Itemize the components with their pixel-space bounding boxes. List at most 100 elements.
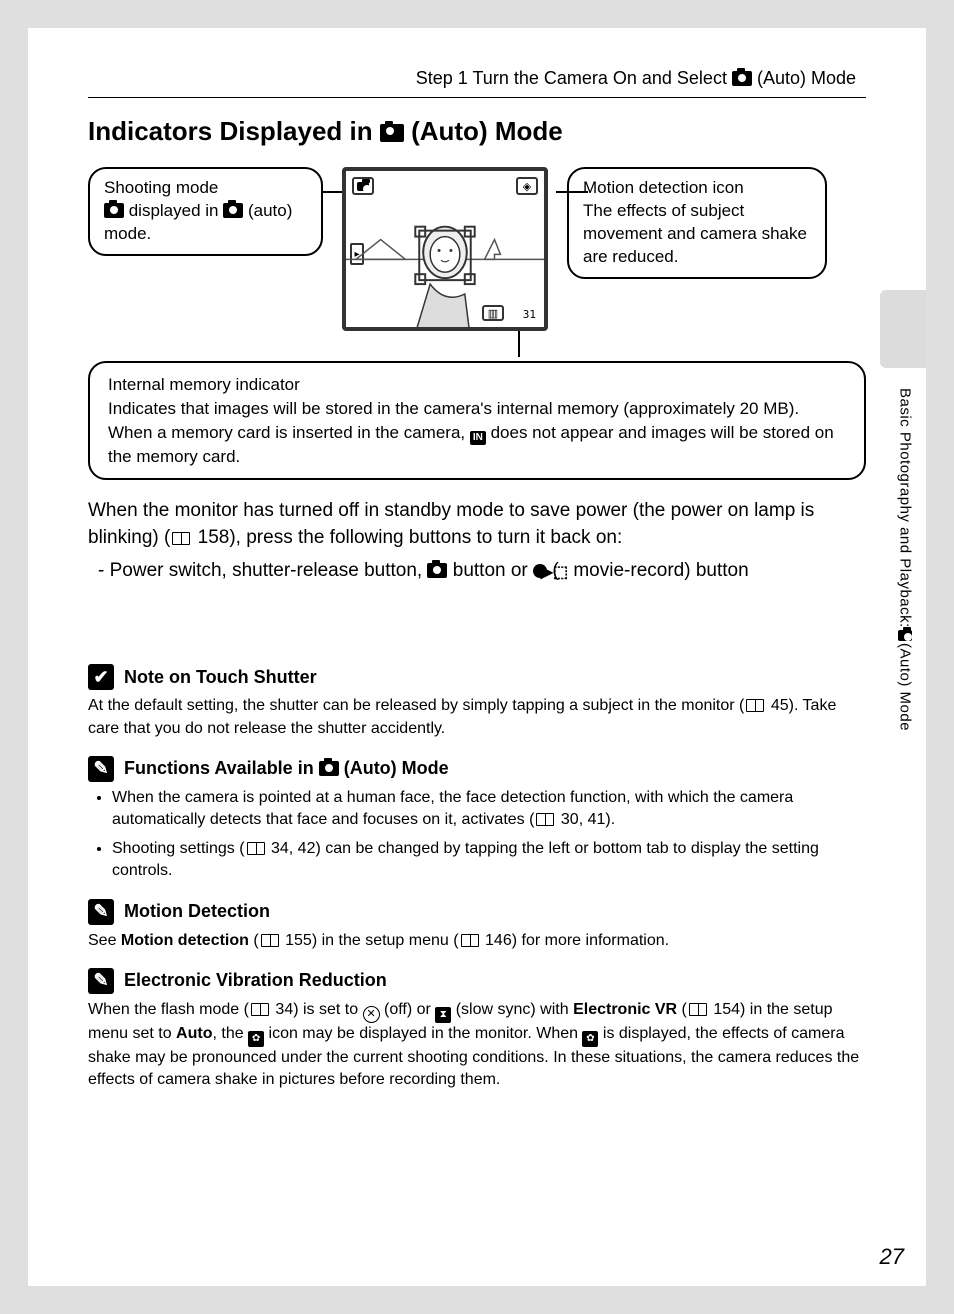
bold-term: Electronic VR xyxy=(573,1001,677,1018)
text: (slow sync) with xyxy=(451,1001,573,1018)
text: ( xyxy=(249,932,259,949)
divider xyxy=(88,97,866,98)
book-ref-icon xyxy=(689,1003,707,1016)
diagram-row: Shooting mode displayed in (auto) mode. … xyxy=(88,167,866,331)
text: (Auto) Mode xyxy=(897,643,914,731)
bold-term: Motion detection xyxy=(121,932,249,949)
standby-paragraph: When the monitor has turned off in stand… xyxy=(88,498,866,551)
slow-sync-icon: ⧗ xyxy=(435,1007,451,1023)
text: Basic Photography and Playback: xyxy=(897,388,914,628)
title-suffix: (Auto) Mode xyxy=(404,116,563,146)
note-title: Motion Detection xyxy=(124,901,270,922)
check-icon: ✔ xyxy=(88,664,114,690)
connector-area xyxy=(88,345,866,361)
note-touch-shutter: ✔ Note on Touch Shutter At the default s… xyxy=(88,664,866,740)
note-body: See Motion detection ( 155) in the setup… xyxy=(88,930,866,952)
text: See xyxy=(88,932,121,949)
bold-term: Auto xyxy=(176,1025,212,1042)
callout-motion-detection: Motion detection icon The effects of sub… xyxy=(567,167,827,279)
flash-off-icon: ✕ xyxy=(363,1006,380,1023)
text: (Auto) Mode xyxy=(339,758,449,778)
text: 158), press the following buttons to tur… xyxy=(192,527,622,548)
breadcrumb-suffix: (Auto) Mode xyxy=(752,68,856,88)
text: ( xyxy=(677,1001,687,1018)
vr-icon: ✿ xyxy=(248,1031,264,1047)
lcd-motion-icon: ◈ xyxy=(516,177,538,195)
callout-body: displayed in (auto) mode. xyxy=(104,200,307,246)
note-functions-available: ✎ Functions Available in (Auto) Mode Whe… xyxy=(88,756,866,883)
callout-title: Shooting mode xyxy=(104,177,307,200)
text: (off) or xyxy=(380,1001,436,1018)
chapter-tab xyxy=(880,290,926,368)
text: icon may be displayed in the monitor. Wh… xyxy=(264,1025,582,1042)
text: 30, 41). xyxy=(556,811,615,828)
text: button or xyxy=(447,560,533,581)
info-icon: ✎ xyxy=(88,968,114,994)
note-title: Functions Available in (Auto) Mode xyxy=(124,758,449,779)
callout-body-2: When a memory card is inserted in the ca… xyxy=(108,421,846,469)
text: 34) is set to xyxy=(271,1001,363,1018)
text: When a memory card is inserted in the ca… xyxy=(108,423,470,442)
callout-body: The effects of subject movement and came… xyxy=(583,200,811,269)
list-item: When the camera is pointed at a human fa… xyxy=(112,787,866,832)
vr-icon: ✿ xyxy=(582,1031,598,1047)
connector-line xyxy=(518,331,520,357)
callout-shooting-mode: Shooting mode displayed in (auto) mode. xyxy=(88,167,323,256)
camera-icon xyxy=(223,203,243,218)
lcd-screen: ◈ ▸ ▥ 31 xyxy=(342,167,548,331)
text: Functions Available in xyxy=(124,758,319,778)
note-body: When the flash mode ( 34) is set to ✕ (o… xyxy=(88,999,866,1092)
title-prefix: Indicators Displayed in xyxy=(88,116,380,146)
camera-icon xyxy=(357,182,369,191)
camera-icon xyxy=(319,761,339,776)
text: 146) for more information. xyxy=(481,932,670,949)
text: , the xyxy=(212,1025,248,1042)
book-ref-icon xyxy=(251,1003,269,1016)
camera-icon xyxy=(732,71,752,86)
camera-icon xyxy=(104,203,124,218)
movie-record-icon: ▶⬚ xyxy=(559,562,568,584)
text: - Power switch, shutter-release button, xyxy=(98,560,427,581)
note-heading: ✎ Functions Available in (Auto) Mode xyxy=(88,756,866,782)
callout-title: Internal memory indicator xyxy=(108,373,846,397)
text: displayed in xyxy=(124,201,223,220)
note-heading: ✎ Motion Detection xyxy=(88,899,866,925)
breadcrumb-prefix: Step 1 Turn the Camera On and Select xyxy=(416,68,732,88)
book-ref-icon xyxy=(746,699,764,712)
note-motion-detection: ✎ Motion Detection See Motion detection … xyxy=(88,899,866,952)
info-icon: ✎ xyxy=(88,756,114,782)
text: When the flash mode ( xyxy=(88,1001,249,1018)
internal-memory-icon: IN xyxy=(470,431,486,445)
chapter-label: Basic Photography and Playback: (Auto) M… xyxy=(894,388,916,818)
text: movie-record) button xyxy=(568,560,749,581)
text: 155) in the setup menu ( xyxy=(281,932,459,949)
note-title: Electronic Vibration Reduction xyxy=(124,970,387,991)
callout-body-1: Indicates that images will be stored in … xyxy=(108,397,846,421)
info-icon: ✎ xyxy=(88,899,114,925)
note-body: When the camera is pointed at a human fa… xyxy=(88,787,866,883)
standby-list-item: - Power switch, shutter-release button, … xyxy=(88,558,866,585)
manual-page: Step 1 Turn the Camera On and Select (Au… xyxy=(28,28,926,1286)
note-heading: ✎ Electronic Vibration Reduction xyxy=(88,968,866,994)
lcd-illustration xyxy=(346,195,544,331)
camera-icon xyxy=(898,630,912,641)
camera-icon xyxy=(427,563,447,578)
book-ref-icon xyxy=(172,532,190,545)
book-ref-icon xyxy=(461,934,479,947)
callout-internal-memory: Internal memory indicator Indicates that… xyxy=(88,361,866,480)
note-title: Note on Touch Shutter xyxy=(124,667,317,688)
lcd-preview: ◈ ▸ ▥ 31 xyxy=(335,167,555,331)
book-ref-icon xyxy=(536,813,554,826)
text: At the default setting, the shutter can … xyxy=(88,697,744,714)
connector-line xyxy=(556,191,588,193)
camera-icon xyxy=(380,124,404,142)
list-item: Shooting settings ( 34, 42) can be chang… xyxy=(112,838,866,883)
callout-title: Motion detection icon xyxy=(583,177,811,200)
text: Shooting settings ( xyxy=(112,840,245,857)
lcd-camera-icon xyxy=(352,177,374,195)
note-electronic-vr: ✎ Electronic Vibration Reduction When th… xyxy=(88,968,866,1092)
book-ref-icon xyxy=(261,934,279,947)
page-title: Indicators Displayed in (Auto) Mode xyxy=(88,116,866,147)
book-ref-icon xyxy=(247,842,265,855)
breadcrumb: Step 1 Turn the Camera On and Select (Au… xyxy=(88,68,866,89)
